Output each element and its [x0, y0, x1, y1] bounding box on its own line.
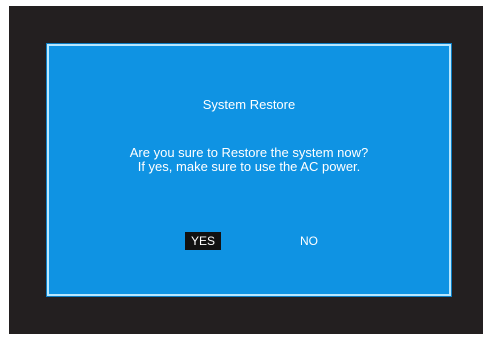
- dialog-message: Are you sure to Restore the system now? …: [49, 146, 449, 174]
- message-line-2: If yes, make sure to use the AC power.: [137, 159, 361, 174]
- screen-background: System Restore Are you sure to Restore t…: [9, 6, 483, 334]
- dialog-title: System Restore: [202, 97, 296, 112]
- yes-button[interactable]: YES: [185, 232, 221, 250]
- no-button[interactable]: NO: [297, 232, 321, 250]
- message-line-1: Are you sure to Restore the system now?: [129, 145, 369, 160]
- system-restore-dialog: System Restore Are you sure to Restore t…: [47, 44, 451, 296]
